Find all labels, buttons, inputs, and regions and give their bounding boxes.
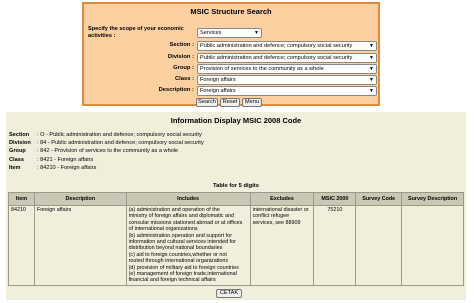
menu-button[interactable]: Menu bbox=[242, 98, 262, 107]
column-header-survey-description: Survey Description bbox=[401, 192, 464, 206]
table-header-row: Item Description Includes Excludes MSIC … bbox=[8, 192, 464, 206]
search-panel-title: MSIC Structure Search bbox=[190, 7, 272, 16]
info-key: Section bbox=[9, 132, 30, 138]
info-value: : O - Public administration and defence;… bbox=[37, 132, 202, 138]
chevron-down-icon: ▼ bbox=[369, 66, 374, 72]
msic-search-panel: MSIC Structure Search Specify the scope … bbox=[82, 2, 380, 107]
division-label: Division : bbox=[167, 54, 194, 60]
description-select[interactable]: Foreign affairs ▼ bbox=[197, 86, 377, 96]
print-button[interactable]: CETAK bbox=[216, 289, 242, 298]
description-label: Description : bbox=[158, 87, 194, 93]
group-select[interactable]: Provision of services to the community a… bbox=[197, 64, 377, 74]
info-key: Class bbox=[9, 157, 24, 163]
class-select-value: Foreign affairs bbox=[200, 77, 236, 83]
info-value: : 8421 - Foreign affairs bbox=[37, 157, 94, 163]
info-panel-title: Information Display MSIC 2008 Code bbox=[170, 116, 302, 125]
class-label: Class : bbox=[174, 76, 194, 82]
group-label: Group : bbox=[173, 65, 194, 71]
column-header-msic2000: MSIC 2000 bbox=[313, 192, 357, 206]
info-item-line: Item : 84210 - Foreign affairs bbox=[9, 164, 96, 172]
reset-button[interactable]: Reset bbox=[220, 98, 240, 107]
column-header-survey-code: Survey Code bbox=[355, 192, 403, 206]
column-header-description: Description bbox=[33, 192, 127, 206]
section-select[interactable]: Public administration and defence; compu… bbox=[197, 41, 377, 51]
class-select[interactable]: Foreign affairs ▼ bbox=[197, 75, 377, 85]
chevron-down-icon: ▼ bbox=[369, 55, 374, 61]
info-value: : 842 - Provision of services to the com… bbox=[37, 148, 179, 154]
info-division-line: Division : 84 - Public administration and… bbox=[9, 139, 204, 147]
info-value: : 84 - Public administration and defence… bbox=[37, 140, 204, 146]
search-button[interactable]: Search bbox=[196, 98, 218, 107]
section-label: Section : bbox=[169, 42, 194, 48]
table-title: Table for 5 digits bbox=[213, 183, 259, 189]
scope-select-value: Services bbox=[200, 30, 222, 36]
section-select-value: Public administration and defence; compu… bbox=[200, 43, 353, 49]
column-header-excludes: Excludes bbox=[249, 192, 315, 206]
cell-excludes: international disaster or conflict refug… bbox=[249, 205, 315, 286]
cell-item: 84210 bbox=[8, 205, 35, 286]
scope-label: Specify the scope of your economic activ… bbox=[88, 26, 184, 39]
scope-select[interactable]: Services ▼ bbox=[197, 28, 262, 38]
info-section-line: Section : O - Public administration and d… bbox=[9, 131, 202, 139]
excludes-line: services, see 88909 bbox=[252, 219, 301, 226]
msic-code-table: Item Description Includes Excludes MSIC … bbox=[8, 192, 464, 286]
division-select-value: Public administration and defence; compu… bbox=[200, 55, 353, 61]
chevron-down-icon: ▼ bbox=[369, 43, 374, 49]
chevron-down-icon: ▼ bbox=[369, 77, 374, 83]
info-key: Division bbox=[9, 140, 31, 146]
division-select[interactable]: Public administration and defence; compu… bbox=[197, 53, 377, 63]
column-header-includes: Includes bbox=[125, 192, 251, 206]
info-key: Item bbox=[9, 165, 21, 171]
info-key: Group bbox=[9, 148, 26, 154]
column-header-item: Item bbox=[8, 192, 35, 206]
cell-survey-description bbox=[401, 205, 464, 286]
table-row: 84210 Foreign affairs (a) administration… bbox=[8, 205, 464, 286]
info-display-panel: Information Display MSIC 2008 Code Secti… bbox=[6, 112, 466, 300]
cell-includes: (a) administration and operation of the … bbox=[125, 205, 251, 286]
cell-description: Foreign affairs bbox=[33, 205, 127, 286]
info-class-line: Class : 8421 - Foreign affairs bbox=[9, 156, 93, 164]
description-select-value: Foreign affairs bbox=[200, 88, 236, 94]
info-value: : 84210 - Foreign affairs bbox=[37, 165, 97, 171]
cell-survey-code bbox=[355, 205, 403, 286]
includes-line: financial and foreign technical affairs bbox=[128, 277, 216, 284]
info-group-line: Group : 842 - Provision of services to th… bbox=[9, 147, 178, 155]
chevron-down-icon: ▼ bbox=[254, 30, 259, 36]
cell-msic2000: 75210 bbox=[313, 205, 357, 286]
group-select-value: Provision of services to the community a… bbox=[200, 66, 324, 72]
includes-line: ministry of foreign affairs and diplomat… bbox=[128, 213, 234, 220]
chevron-down-icon: ▼ bbox=[369, 88, 374, 94]
